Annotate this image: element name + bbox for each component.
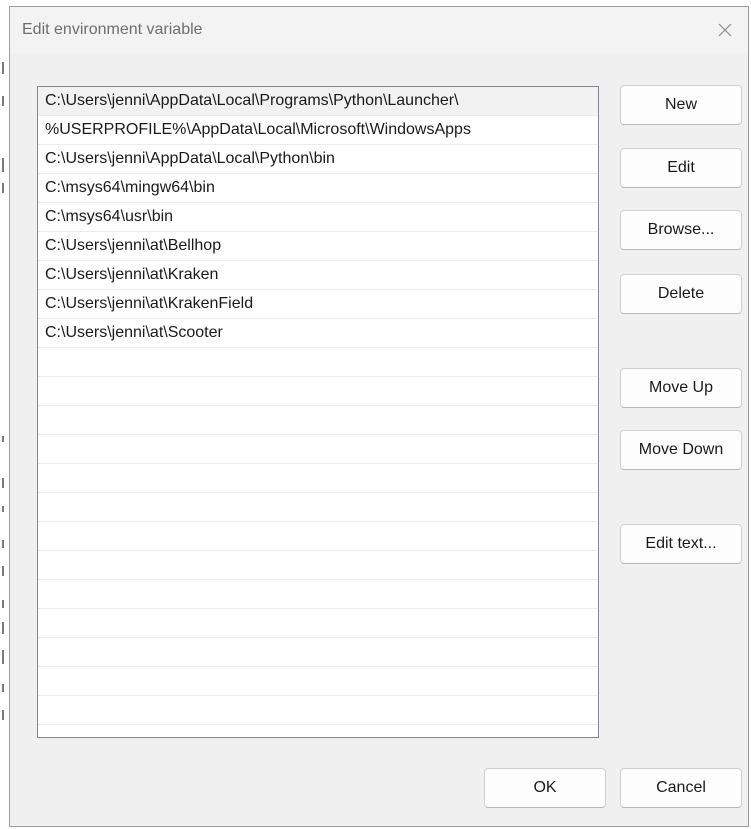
background-text-fragment bbox=[2, 478, 4, 488]
background-text-fragment bbox=[2, 96, 4, 106]
background-text-fragment bbox=[2, 183, 4, 193]
background-text-fragment bbox=[2, 600, 4, 608]
path-list-item[interactable]: C:\Users\jenni\at\KrakenField bbox=[38, 290, 598, 319]
empty-list-row[interactable] bbox=[38, 609, 598, 638]
empty-list-row[interactable] bbox=[38, 406, 598, 435]
empty-list-row[interactable] bbox=[38, 638, 598, 667]
empty-list-row[interactable] bbox=[38, 522, 598, 551]
browse-button[interactable]: Browse... bbox=[620, 210, 742, 250]
close-button[interactable] bbox=[702, 7, 748, 53]
path-list-item[interactable]: C:\Users\jenni\at\Bellhop bbox=[38, 232, 598, 261]
empty-list-row[interactable] bbox=[38, 580, 598, 609]
edit-environment-variable-dialog: Edit environment variable C:\Users\jenni… bbox=[9, 6, 749, 827]
background-text-fragment bbox=[2, 62, 4, 74]
edit-button[interactable]: Edit bbox=[620, 148, 742, 188]
edit-text-button[interactable]: Edit text... bbox=[620, 524, 742, 564]
background-text-fragment bbox=[2, 436, 4, 442]
path-list-item[interactable]: C:\Users\jenni\at\Scooter bbox=[38, 319, 598, 348]
path-list-item[interactable]: C:\Users\jenni\AppData\Local\Programs\Py… bbox=[38, 87, 598, 116]
path-list[interactable]: C:\Users\jenni\AppData\Local\Programs\Py… bbox=[37, 86, 599, 738]
background-text-fragment bbox=[2, 650, 4, 664]
background-text-fragment bbox=[2, 684, 4, 692]
path-list-item[interactable]: C:\Users\jenni\AppData\Local\Python\bin bbox=[38, 145, 598, 174]
background-text-fragment bbox=[2, 710, 4, 720]
empty-list-row[interactable] bbox=[38, 551, 598, 580]
empty-list-row[interactable] bbox=[38, 493, 598, 522]
close-icon bbox=[718, 23, 732, 37]
move-down-button[interactable]: Move Down bbox=[620, 430, 742, 470]
empty-list-row[interactable] bbox=[38, 435, 598, 464]
empty-list-row[interactable] bbox=[38, 464, 598, 493]
empty-list-row[interactable] bbox=[38, 667, 598, 696]
background-text-fragment bbox=[2, 540, 4, 548]
background-text-fragment bbox=[2, 622, 4, 634]
background-text-fragment bbox=[2, 566, 4, 576]
empty-list-row[interactable] bbox=[38, 377, 598, 406]
path-list-item[interactable]: %USERPROFILE%\AppData\Local\Microsoft\Wi… bbox=[38, 116, 598, 145]
empty-list-row[interactable] bbox=[38, 348, 598, 377]
path-list-item[interactable]: C:\msys64\mingw64\bin bbox=[38, 174, 598, 203]
empty-list-row[interactable] bbox=[38, 696, 598, 725]
cancel-button[interactable]: Cancel bbox=[620, 768, 742, 808]
path-list-item[interactable]: C:\Users\jenni\at\Kraken bbox=[38, 261, 598, 290]
new-button[interactable]: New bbox=[620, 85, 742, 125]
move-up-button[interactable]: Move Up bbox=[620, 368, 742, 408]
dialog-title: Edit environment variable bbox=[22, 21, 203, 38]
title-bar[interactable]: Edit environment variable bbox=[10, 7, 748, 53]
delete-button[interactable]: Delete bbox=[620, 274, 742, 314]
background-text-fragment bbox=[2, 158, 4, 172]
background-window-edge bbox=[0, 0, 9, 829]
ok-button[interactable]: OK bbox=[484, 768, 606, 808]
background-text-fragment bbox=[2, 506, 4, 512]
path-list-item[interactable]: C:\msys64\usr\bin bbox=[38, 203, 598, 232]
